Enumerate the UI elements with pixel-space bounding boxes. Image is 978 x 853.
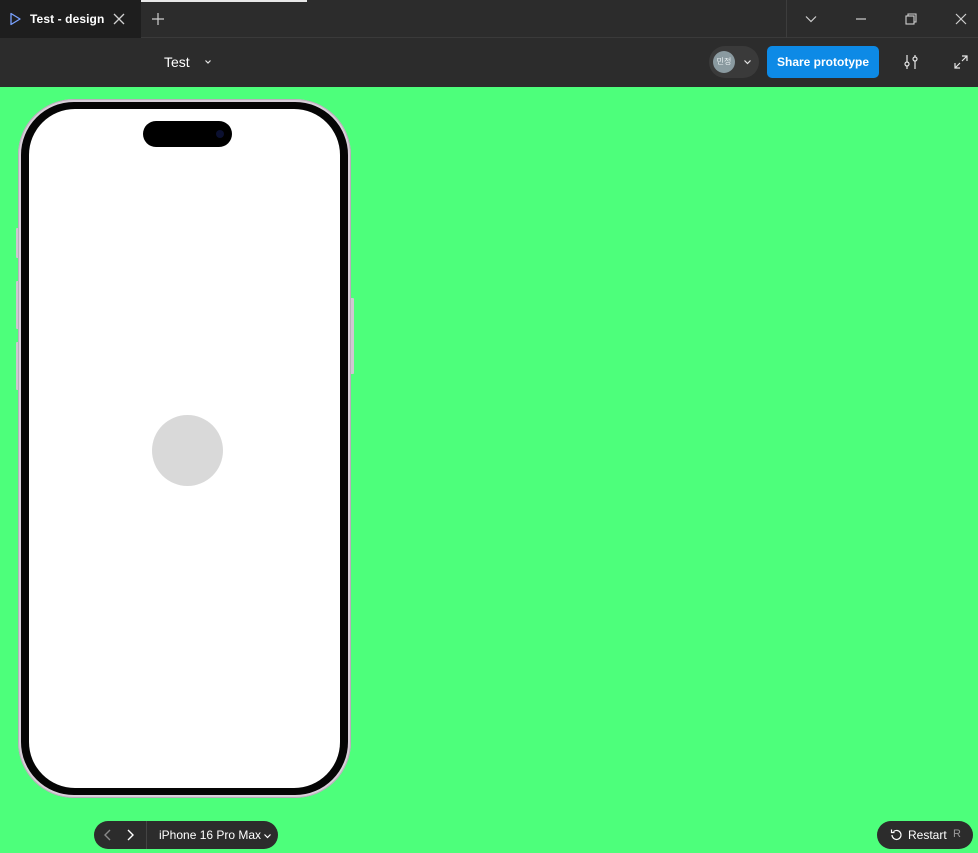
chevron-down-icon[interactable]: [804, 12, 818, 26]
window-controls-divider: [786, 0, 787, 38]
restart-label: Restart: [908, 828, 947, 842]
restart-shortcut: R: [953, 828, 961, 840]
close-icon[interactable]: [112, 12, 126, 26]
camera-icon: [216, 130, 224, 138]
dynamic-island: [143, 121, 232, 147]
file-name[interactable]: Test: [164, 54, 190, 70]
restart-icon: [890, 829, 902, 841]
close-icon[interactable]: [954, 12, 968, 26]
sliders-icon[interactable]: [903, 54, 919, 70]
tab-title: Test - design: [30, 12, 105, 26]
chevron-left-icon[interactable]: [101, 828, 115, 842]
chevron-down-icon: [744, 60, 751, 65]
avatar: 민정: [713, 51, 735, 73]
restart-button[interactable]: Restart R: [877, 821, 973, 849]
device-select[interactable]: iPhone 16 Pro Max: [147, 821, 278, 849]
device-frame: [18, 99, 351, 798]
expand-icon[interactable]: [953, 54, 969, 70]
tab-test-design[interactable]: Test - design: [0, 0, 141, 38]
device-name: iPhone 16 Pro Max: [159, 828, 262, 842]
chevron-down-icon[interactable]: [203, 58, 213, 66]
minimize-icon[interactable]: [854, 12, 868, 26]
frame-navigation: iPhone 16 Pro Max: [94, 821, 278, 849]
play-icon: [10, 12, 21, 26]
restore-icon[interactable]: [904, 12, 918, 26]
plus-icon[interactable]: [151, 12, 165, 26]
prototype-screen[interactable]: [29, 109, 340, 788]
collaborator-menu[interactable]: 민정: [709, 46, 759, 78]
title-bar: Test - design: [0, 0, 978, 38]
tab-load-track: [114, 0, 307, 2]
chevron-down-icon: [264, 834, 271, 839]
circle-element[interactable]: [152, 415, 223, 486]
prototype-toolbar: Test 민정 Share prototype: [0, 38, 978, 87]
device-bezel: [21, 102, 348, 795]
chevron-right-icon[interactable]: [123, 828, 137, 842]
share-prototype-button[interactable]: Share prototype: [767, 46, 879, 78]
